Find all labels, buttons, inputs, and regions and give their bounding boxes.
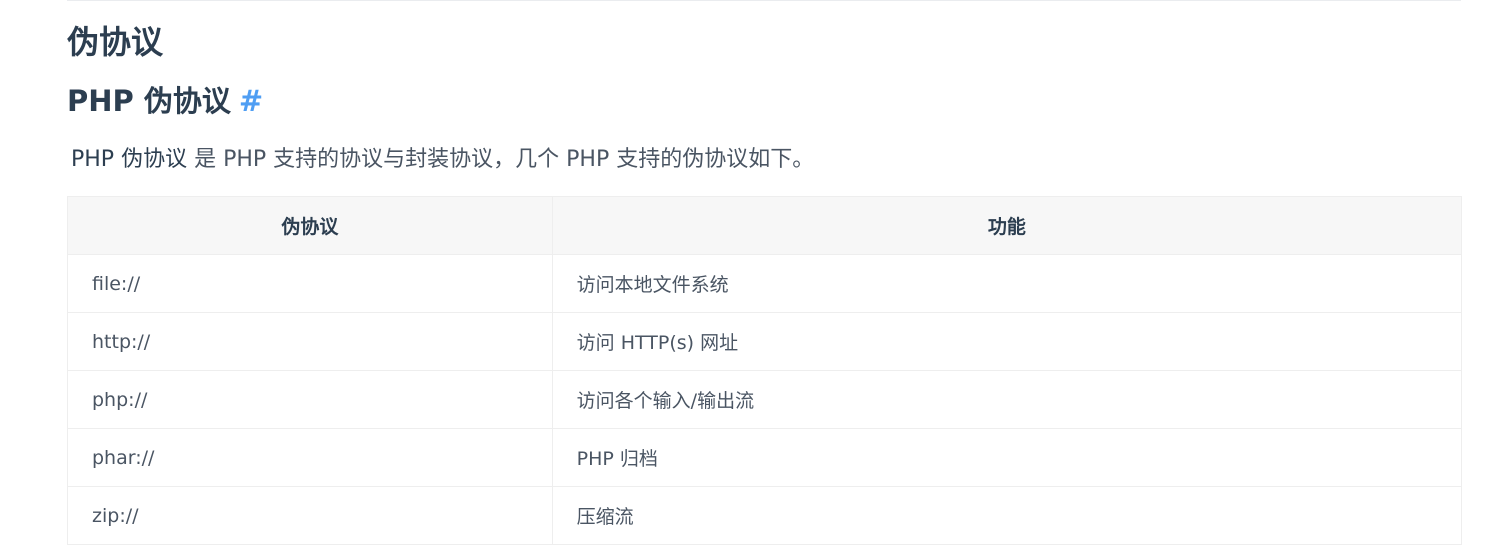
- function-cell: 访问各个输入/输出流: [551, 370, 1463, 429]
- function-cell: 访问 HTTP(s) 网址: [551, 312, 1463, 371]
- function-cell: 访问本地文件系统: [551, 254, 1463, 313]
- table-row: php:// 访问各个输入/输出流: [67, 370, 1463, 429]
- function-cell: PHP 归档: [551, 428, 1463, 487]
- protocol-cell: file://: [67, 254, 553, 313]
- top-divider: [67, 0, 1461, 1]
- table-row: http:// 访问 HTTP(s) 网址: [67, 312, 1463, 371]
- table-row: file:// 访问本地文件系统: [67, 254, 1463, 313]
- table-row: phar:// PHP 归档: [67, 428, 1463, 487]
- intro-term: PHP 伪协议: [71, 147, 188, 172]
- table-header-row: 伪协议 功能: [67, 196, 1463, 255]
- section-heading: PHP 伪协议 #: [67, 80, 263, 122]
- function-cell: 压缩流: [551, 486, 1463, 545]
- column-header-function: 功能: [551, 196, 1463, 255]
- intro-text: 是 PHP 支持的协议与封装协议，几个 PHP 支持的伪协议如下。: [187, 147, 815, 172]
- heading-anchor-link[interactable]: #: [239, 84, 263, 118]
- protocol-cell: phar://: [67, 428, 553, 487]
- column-header-protocol: 伪协议: [67, 196, 553, 255]
- page-title: 伪协议: [67, 23, 164, 61]
- protocol-table: 伪协议 功能 file:// 访问本地文件系统 http:// 访问 HTTP(…: [67, 196, 1463, 545]
- intro-paragraph: PHP 伪协议 是 PHP 支持的协议与封装协议，几个 PHP 支持的伪协议如下…: [71, 142, 814, 178]
- protocol-cell: zip://: [67, 486, 553, 545]
- protocol-cell: http://: [67, 312, 553, 371]
- protocol-cell: php://: [67, 370, 553, 429]
- table-row: zip:// 压缩流: [67, 486, 1463, 545]
- section-heading-text: PHP 伪协议: [67, 84, 231, 118]
